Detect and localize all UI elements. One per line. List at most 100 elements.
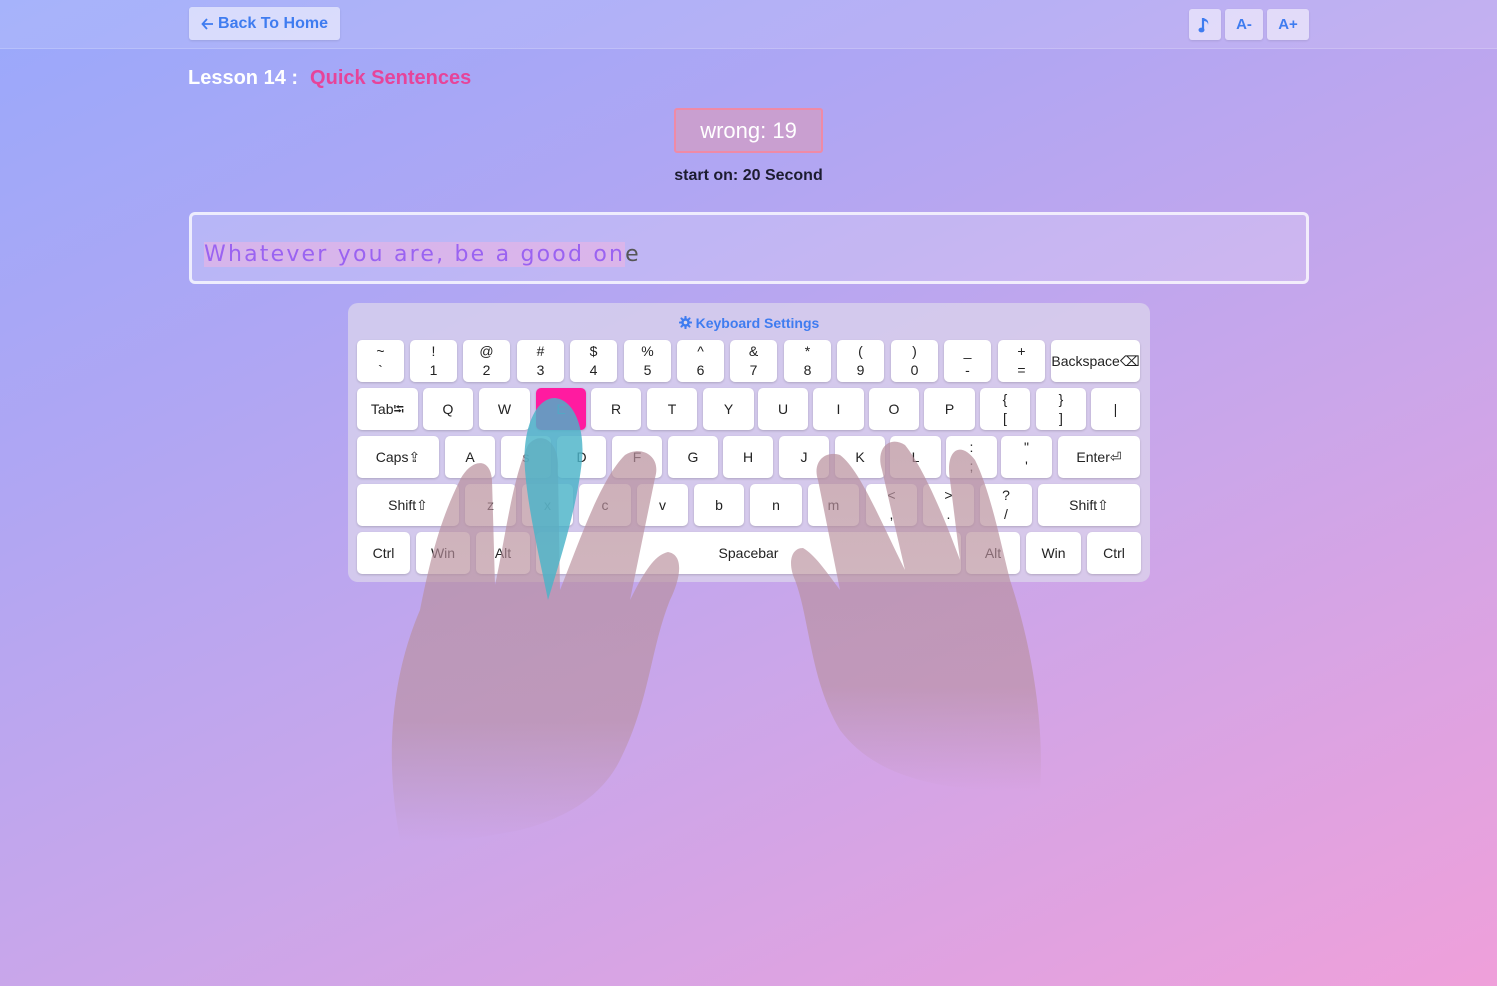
font-increase-button[interactable]: A+ xyxy=(1267,9,1309,40)
key-label: | xyxy=(1113,400,1118,417)
key-backspace[interactable]: Backspace⌫ xyxy=(1051,340,1140,382)
key-q[interactable]: Q xyxy=(423,388,473,430)
key-8[interactable]: * 8 xyxy=(784,340,831,382)
back-to-home-button[interactable]: Back To Home xyxy=(189,7,340,40)
key-5[interactable]: % 5 xyxy=(624,340,671,382)
key-x[interactable]: x xyxy=(522,484,573,526)
key-label: J xyxy=(800,448,808,465)
key-0[interactable]: ) 0 xyxy=(891,340,938,382)
key-win[interactable]: Win xyxy=(1026,532,1081,574)
key-shift-label: ~ xyxy=(376,343,385,359)
key-f[interactable]: F xyxy=(612,436,662,478)
gear-icon xyxy=(678,315,692,330)
key-symbol[interactable]: | xyxy=(1091,388,1140,430)
key-label: Q xyxy=(442,400,454,417)
key-shift-label: ? xyxy=(1002,487,1010,503)
keyboard-settings-button[interactable]: Keyboard Settings xyxy=(348,315,1150,331)
key-3[interactable]: #3 xyxy=(517,340,564,382)
music-toggle-button[interactable] xyxy=(1189,9,1221,40)
key-shift-label: " xyxy=(1024,439,1029,455)
key-label: 3 xyxy=(536,362,545,378)
key-label: Ctrl xyxy=(1103,544,1125,561)
key-y[interactable]: Y xyxy=(703,388,754,430)
key-6[interactable]: ^ 6 xyxy=(677,340,724,382)
key-r[interactable]: R xyxy=(591,388,641,430)
key-win[interactable]: Win xyxy=(416,532,470,574)
key-label: x xyxy=(544,496,551,513)
key-symbol[interactable]: {[ xyxy=(980,388,1030,430)
key-m[interactable]: m xyxy=(808,484,859,526)
font-decrease-button[interactable]: A- xyxy=(1225,9,1263,40)
top-bar: Back To Home A- A+ xyxy=(0,0,1497,49)
key-7[interactable]: & 7 xyxy=(730,340,777,382)
key-shift-label: ! xyxy=(431,343,436,359)
key-enter[interactable]: Enter⏎ xyxy=(1058,436,1140,478)
key-label: Shift⇧ xyxy=(388,496,428,513)
key-shift-label: _ xyxy=(963,343,972,359)
key-d[interactable]: D xyxy=(557,436,606,478)
key-symbol[interactable]: }] xyxy=(1036,388,1086,430)
key-caps[interactable]: Caps⇪ xyxy=(357,436,439,478)
key-4[interactable]: $4 xyxy=(570,340,617,382)
key-shift[interactable]: Shift⇧ xyxy=(357,484,459,526)
key-label: v xyxy=(659,496,666,513)
key-u[interactable]: U xyxy=(758,388,808,430)
key-h[interactable]: H xyxy=(723,436,773,478)
key-label: G xyxy=(687,448,699,465)
key-v[interactable]: v xyxy=(637,484,688,526)
key-shift-label: # xyxy=(536,343,545,359)
key-shift-label: { xyxy=(1002,391,1008,407)
key-label: Caps⇪ xyxy=(375,448,421,465)
key-symbol[interactable]: :; xyxy=(946,436,997,478)
lesson-number: Lesson 14 : xyxy=(188,67,299,89)
arrow-left-icon xyxy=(201,17,214,30)
key-symbol[interactable]: >. xyxy=(923,484,974,526)
remaining-text: e xyxy=(625,242,641,267)
key-c[interactable]: c xyxy=(579,484,631,526)
key-9[interactable]: (9 xyxy=(837,340,884,382)
key-symbol[interactable]: + = xyxy=(998,340,1045,382)
key-z[interactable]: z xyxy=(465,484,516,526)
key-k[interactable]: K xyxy=(835,436,885,478)
key-alt[interactable]: Alt xyxy=(476,532,530,574)
key-label: O xyxy=(888,400,900,417)
key-shift-label: * xyxy=(804,343,811,359)
key-label: ' xyxy=(1025,458,1028,474)
typing-text-box[interactable]: Whatever you are, be a good one xyxy=(189,212,1309,284)
key-n[interactable]: n xyxy=(750,484,802,526)
key-s[interactable]: s xyxy=(501,436,551,478)
keyboard-settings-label: Keyboard Settings xyxy=(695,315,820,331)
key-label: I xyxy=(836,400,841,417)
key-1[interactable]: ! 1 xyxy=(410,340,457,382)
key-alt[interactable]: Alt xyxy=(966,532,1020,574)
key-tab[interactable]: Tab⭾ xyxy=(357,388,418,430)
key-j[interactable]: J xyxy=(779,436,829,478)
key-symbol[interactable]: _ - xyxy=(944,340,991,382)
key-label: Win xyxy=(1041,544,1066,561)
key-b[interactable]: b xyxy=(694,484,744,526)
key-p[interactable]: P xyxy=(924,388,975,430)
lesson-title: Quick Sentences xyxy=(310,67,472,89)
key-spacebar[interactable]: Spacebar xyxy=(536,532,961,574)
key-l[interactable]: L xyxy=(890,436,941,478)
key-w[interactable]: W xyxy=(479,388,530,430)
key-shift-label: ^ xyxy=(697,343,704,359)
key-t[interactable]: T xyxy=(647,388,697,430)
key-ctrl[interactable]: Ctrl xyxy=(1087,532,1141,574)
key-shift-label: @ xyxy=(479,343,494,359)
back-to-home-label: Back To Home xyxy=(218,14,328,32)
key-i[interactable]: I xyxy=(813,388,864,430)
key-e[interactable]: E xyxy=(536,388,586,430)
key-shift[interactable]: Shift⇧ xyxy=(1038,484,1140,526)
key-g[interactable]: G xyxy=(668,436,718,478)
key-o[interactable]: O xyxy=(869,388,919,430)
key-label: 2 xyxy=(482,362,491,378)
key-symbol[interactable]: ? / xyxy=(980,484,1032,526)
key-a[interactable]: A xyxy=(445,436,495,478)
key-symbol[interactable]: <, xyxy=(866,484,917,526)
key-symbol[interactable]: ~ ` xyxy=(357,340,404,382)
key-label: A xyxy=(465,448,475,465)
key-2[interactable]: @2 xyxy=(463,340,510,382)
key-symbol[interactable]: " ' xyxy=(1001,436,1052,478)
key-ctrl[interactable]: Ctrl xyxy=(357,532,410,574)
